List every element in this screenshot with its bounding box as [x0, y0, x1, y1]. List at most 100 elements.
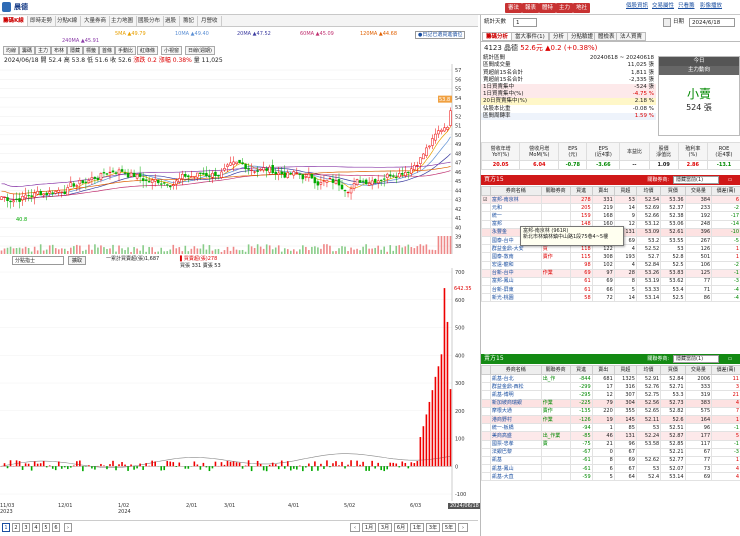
toolbar-label[interactable]: 標籤 — [83, 46, 100, 55]
sell-col-header[interactable]: 關聯券商 — [540, 365, 571, 375]
sell-cell[interactable]: 美商高盛 — [489, 431, 542, 441]
sell-row[interactable]: 國票-忠孝賣 -75 21 96 53.58 52.85 117 -1 — [481, 439, 740, 449]
sell-row[interactable]: 港商野村 作業 -126 19 145 52.11 52.6 164 1 — [481, 414, 740, 425]
sell-expand-icon[interactable]: ▭ — [721, 354, 739, 364]
tab-holding-dist[interactable]: 國股分布 — [135, 16, 165, 26]
buy-col-header[interactable]: 券商名稱 — [489, 186, 542, 196]
tab-realtime[interactable]: 即時走勢 — [27, 16, 57, 26]
fetch-button[interactable]: 擴取 — [68, 256, 87, 265]
range-prev-icon[interactable]: ‹ — [350, 523, 360, 532]
subtab-health[interactable]: 體檢表 — [594, 32, 619, 41]
sell-cell[interactable]: 凱基-博明 — [489, 390, 542, 400]
tab-big-brokers[interactable]: 大量券商 — [81, 16, 111, 26]
top-button-3[interactable]: 體特 — [539, 3, 557, 13]
sell-col-header[interactable]: 均價 — [635, 365, 662, 375]
tab-main-map[interactable]: 主力地圖 — [108, 16, 138, 26]
top-link-1[interactable]: 個股資訊 — [626, 3, 648, 10]
sell-cell[interactable]: 群益金鼎-西松 — [489, 382, 542, 392]
range-6m[interactable]: 6月 — [394, 523, 408, 532]
top-button-2[interactable]: 報表 — [522, 3, 540, 13]
stat-days-select[interactable]: 1 — [513, 18, 537, 27]
indicator-select[interactable]: 分點指士 — [12, 256, 64, 265]
date-input[interactable]: 2024/6/18 — [689, 18, 735, 27]
subtab-institutional[interactable]: 法人買賣 — [616, 32, 647, 41]
sell-cell[interactable]: 法銀巴黎 — [489, 447, 542, 457]
toolbar-ma[interactable]: 均線 — [3, 46, 20, 55]
buy-cell[interactable]: 富邦-鳳山 — [489, 276, 542, 287]
toolbar-chips[interactable]: 籌碼 — [19, 46, 36, 55]
range-3m[interactable]: 3月 — [378, 523, 392, 532]
toolbar-mini[interactable]: 小視窗 — [161, 46, 183, 55]
buy-row[interactable]: 統一 159 168 9 52.66 52.38 192 -17 — [481, 211, 740, 221]
sell-cell[interactable]: 港商野村 — [489, 414, 542, 425]
buy-col-header[interactable]: 關聯券商 — [540, 186, 571, 196]
sell-cell[interactable]: 統一-板橋 — [489, 423, 542, 433]
range-1y[interactable]: 1年 — [410, 523, 424, 532]
sell-row[interactable]: 統一-板橋 -94 1 85 53 52.51 96 -1 — [481, 423, 740, 433]
buy-row[interactable]: 元和 205 219 14 52.69 52.37 233 -2 — [481, 203, 740, 213]
buy-cell[interactable]: 國泰-敦南 — [489, 252, 542, 262]
page-4[interactable]: 4 — [32, 523, 40, 532]
buy-col-header[interactable]: 買超 — [613, 186, 637, 196]
sell-col-header[interactable]: 券商名稱 — [489, 365, 542, 375]
toolbar-bollinger[interactable]: 布林 — [51, 46, 68, 55]
top-button-4[interactable]: 主力 — [556, 3, 574, 13]
toolbar-redgreen[interactable]: 紅綠條 — [137, 46, 159, 55]
subtab-analysis[interactable]: 分析 — [549, 32, 569, 41]
buy-col-header[interactable] — [481, 186, 491, 196]
subtab-chip-analysis[interactable]: 籌碼分析 — [482, 32, 513, 41]
tab-notes[interactable]: 籌記 — [180, 16, 199, 26]
buy-row[interactable]: 台新-屏東 61 66 5 53.33 53.4 71 -4 — [481, 285, 740, 295]
sell-row[interactable]: 凱基-台北 出_作 -844 681 1325 52.91 52.84 2006 11 — [481, 373, 740, 384]
sell-cell[interactable]: 國票-忠孝 — [489, 439, 542, 449]
range-3y[interactable]: 3年 — [426, 523, 440, 532]
subtab-branch-verify[interactable]: 分點驗證 — [567, 32, 598, 41]
sell-broker-select[interactable]: 隱藏當前(1) — [673, 355, 719, 363]
buy-expand-icon[interactable]: ▭ — [721, 175, 739, 185]
toolbar-main[interactable]: 主力 — [35, 46, 52, 55]
buy-col-header[interactable]: 價差(萬) — [711, 186, 740, 196]
top-link-4[interactable]: 影像播放 — [700, 3, 722, 10]
legend-note[interactable]: ●日記已選買進價位 — [415, 31, 466, 39]
sell-row[interactable]: 新加坡商瑞銀 作業 -225 79 304 52.56 52.73 383 4 — [481, 398, 740, 408]
sell-cell[interactable]: 凱基-大直 — [489, 472, 542, 482]
tab-shares[interactable]: 過股 — [162, 16, 181, 26]
buy-cell[interactable]: 新光-桃園 — [489, 293, 542, 303]
calendar-icon[interactable] — [663, 18, 671, 27]
buy-cell[interactable]: 富邦-南京林 — [489, 194, 542, 205]
sell-col-header[interactable] — [481, 365, 491, 375]
toolbar-first[interactable]: 首條 — [99, 46, 116, 55]
buy-cell[interactable]: 宏遠-龍和 — [489, 260, 542, 270]
sell-row[interactable]: 群益金鼎-西松 -299 17 316 52.76 52.71 333 3 — [481, 382, 740, 392]
page-6[interactable]: 6 — [52, 523, 60, 532]
buy-cell[interactable]: 元和 — [489, 203, 542, 213]
candlestick-chart[interactable]: 57 56 55 54 53 52 51 50 49 48 47 46 45 44 43 42 41 40 39 38… — [0, 64, 478, 254]
page-5[interactable]: 5 — [42, 523, 50, 532]
toolbar-manual[interactable]: 手動比 — [115, 46, 137, 55]
sell-cell[interactable]: 摩根大通 — [489, 406, 542, 416]
buy-cell[interactable]: 統一 — [489, 211, 542, 221]
sell-col-header[interactable]: 買超 — [613, 365, 637, 375]
buy-row[interactable]: ☑ 富邦-南京林 278 331 53 52.54 53.36 384 6 — [481, 194, 740, 205]
page-next-icon[interactable]: › — [64, 523, 72, 532]
sell-col-header[interactable]: 買價 — [660, 365, 686, 375]
tab-branch-kline[interactable]: 分點K線 — [54, 16, 82, 26]
toolbar-hide[interactable]: 隱藏 — [67, 46, 84, 55]
buy-cell[interactable]: 台新-屏東 — [489, 285, 542, 295]
volume-chart[interactable]: 700 600 500 400 300 200 100 0 -100 642.35 — [0, 268, 478, 501]
buy-row[interactable]: 富邦-鳳山 61 69 8 53.19 53.62 77 -3 — [481, 276, 740, 287]
buy-col-header[interactable]: 均價 — [635, 186, 662, 196]
sell-cell[interactable]: 凱基 — [489, 455, 542, 466]
sell-col-header[interactable]: 交易量 — [684, 365, 713, 375]
top-button-5[interactable]: 地社 — [573, 3, 591, 13]
sell-col-header[interactable]: 價差(萬) — [711, 365, 740, 375]
sell-col-header[interactable]: 買進 — [569, 365, 593, 375]
sell-row[interactable]: 美商高盛 出_作業 -85 46 131 52.24 52.87 177 5 — [481, 431, 740, 441]
top-link-2[interactable]: 交易屬性 — [652, 3, 674, 10]
tab-monthly-revenue[interactable]: 月營收 — [198, 16, 222, 26]
sell-cell[interactable]: 新加坡商瑞銀 — [489, 398, 542, 408]
sell-row[interactable]: 摩根大通 賣作 -135 220 355 52.65 52.82 575 7 — [481, 406, 740, 416]
buy-col-header[interactable]: 交易量 — [684, 186, 713, 196]
sell-row[interactable]: 凱基 -61 8 69 52.62 52.77 77 1 — [481, 455, 740, 466]
page-1[interactable]: 1 — [2, 523, 10, 532]
